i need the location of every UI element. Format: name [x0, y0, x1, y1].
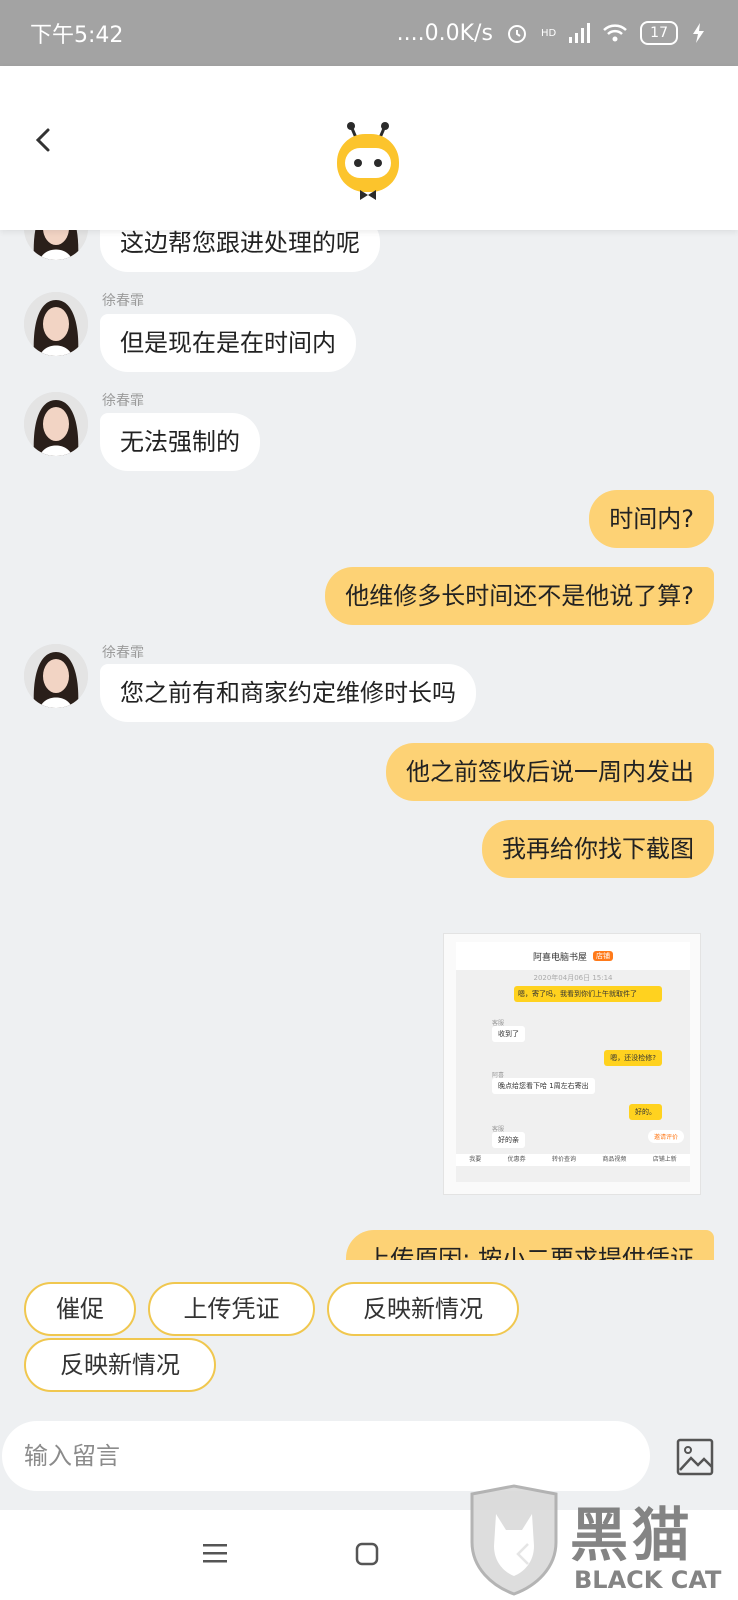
sender-name: 徐春霏 [102, 293, 144, 309]
agent-avatar-image [24, 230, 88, 260]
screenshot-msg: 嗯，寄了吗，我看到你们上午就取件了 [514, 986, 662, 1002]
chat-header [0, 66, 738, 230]
message-bubble-user[interactable]: 他维修多长时间还不是他说了算? [325, 567, 714, 625]
message-bubble-user[interactable]: 他之前签收后说一周内发出 [386, 743, 714, 801]
upload-evidence-button[interactable]: 上传凭证 [148, 1282, 315, 1336]
screenshot-content: 阿喜电脑书屋 店铺 2020年04月06日 15:14 嗯，寄了吗，我看到你们上… [456, 942, 690, 1182]
screenshot-msg: 嗯，还没检修? [604, 1050, 662, 1066]
message-bubble-user[interactable]: 时间内? [589, 490, 714, 548]
agent-avatar-image [24, 292, 88, 356]
screenshot-badge: 店铺 [593, 951, 613, 961]
chevron-left-icon [35, 128, 50, 152]
watermark-en: BLACK CAT [574, 1566, 722, 1594]
image-message[interactable]: 阿喜电脑书屋 店铺 2020年04月06日 15:14 嗯，寄了吗，我看到你们上… [443, 933, 701, 1195]
screenshot-tab: 我要 [469, 1156, 482, 1163]
screenshot-tab: 优惠券 [507, 1156, 526, 1163]
screenshot-tab: 店铺上新 [652, 1156, 677, 1163]
watermark-cn: 黑猫 [570, 1501, 695, 1569]
black-cat-watermark: 黑猫 BLACK CAT [466, 1484, 721, 1600]
alarm-icon [507, 25, 526, 43]
screenshot-eval-button: 邀请评价 [647, 1130, 684, 1143]
agent-avatar[interactable] [24, 292, 88, 356]
message-bubble-agent[interactable]: 您之前有和商家约定维修时长吗 [100, 664, 476, 722]
agent-avatar-image [24, 392, 88, 456]
screenshot-msg: 收到了 [492, 1026, 525, 1042]
message-bubble-agent[interactable]: 无法强制的 [100, 413, 260, 471]
status-time: 下午5:42 [30, 23, 124, 48]
chat-area[interactable]: 这边帮您跟进处理的呢 徐春霏 但是现在是在时间内 徐春霏 无法强制的 时间内? … [0, 230, 738, 1260]
agent-avatar-image [24, 644, 88, 708]
image-button[interactable] [676, 1438, 714, 1480]
charging-icon [693, 23, 704, 43]
screenshot-msg: 好的。 [629, 1104, 662, 1120]
wifi-icon [603, 24, 628, 42]
net-speed: ....0.0K/s [396, 20, 493, 46]
agent-avatar[interactable] [24, 230, 88, 260]
status-bar: 下午5:42 ....0.0K/s HD 17 [0, 0, 738, 66]
message-bubble-user[interactable]: 我再给你找下截图 [482, 820, 714, 878]
urge-button[interactable]: 催促 [24, 1282, 136, 1336]
screenshot-date: 2020年04月06日 15:14 [533, 974, 613, 982]
agent-avatar[interactable] [24, 392, 88, 456]
message-bubble-agent[interactable]: 这边帮您跟进处理的呢 [100, 230, 380, 272]
screenshot-tab: 转价查询 [551, 1156, 576, 1163]
message-input[interactable] [2, 1421, 650, 1491]
screenshot-tab: 商品视频 [602, 1156, 627, 1163]
message-bubble-user[interactable]: 上传原因: 按小二要求提供凭证 [346, 1230, 714, 1260]
menu-icon[interactable] [203, 1542, 227, 1564]
image-icon [676, 1438, 714, 1476]
hd-label: HD [540, 27, 557, 39]
screenshot-msg: 晚点给您看下哈 1周左右寄出 [492, 1078, 595, 1094]
screenshot-tabs: 我要 优惠券 转价查询 商品视频 店铺上新 [456, 1154, 690, 1166]
report-new-situation-button[interactable]: 反映新情况 [24, 1338, 216, 1392]
message-bubble-agent[interactable]: 但是现在是在时间内 [100, 314, 356, 372]
bot-logo-icon [337, 122, 399, 200]
agent-avatar[interactable] [24, 644, 88, 708]
sender-name: 徐春霏 [102, 393, 144, 409]
screenshot-msg: 好的亲 [492, 1132, 525, 1148]
black-cat-shield-icon [470, 1484, 558, 1596]
back-button[interactable] [26, 122, 62, 158]
quick-replies: 催促 上传凭证 反映新情况 反映新情况 [0, 1260, 738, 1420]
sender-name: 徐春霏 [102, 645, 144, 661]
screenshot-store-name: 阿喜电脑书屋 [532, 952, 587, 963]
signal-icon [569, 23, 591, 43]
home-icon[interactable] [355, 1542, 379, 1566]
screenshot-header: 阿喜电脑书屋 店铺 [456, 942, 690, 970]
report-new-situation-button[interactable]: 反映新情况 [327, 1282, 519, 1336]
status-icons: ....0.0K/s HD 17 [397, 21, 708, 46]
battery-indicator: 17 [640, 21, 678, 45]
